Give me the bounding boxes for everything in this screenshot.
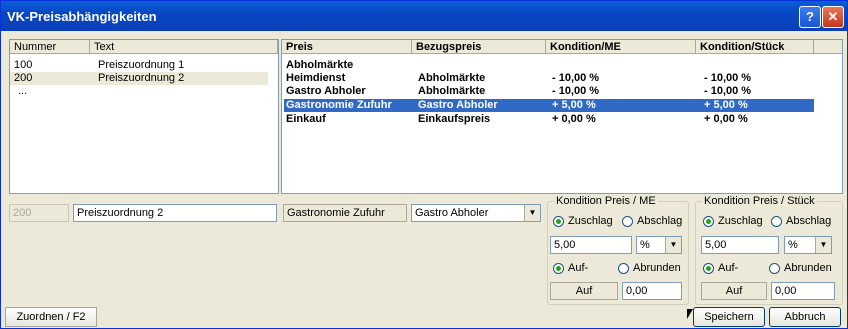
list-item-text: Preiszuordnung 1 — [98, 59, 185, 71]
abrunden-radio-me[interactable] — [618, 263, 629, 274]
dialog-window: VK-Preisabhängigkeiten ? ✕ Nummer Text 1… — [0, 0, 848, 329]
cell-preis: Gastronomie Zufuhr — [286, 99, 392, 111]
abrunden-label-stueck[interactable]: Abrunden — [784, 262, 832, 274]
price-name-field: Gastronomie Zufuhr — [283, 204, 407, 222]
cell-kondition-me: + 0,00 % — [552, 113, 596, 125]
kondition-stueck-group: Kondition Preis / Stück Zuschlag Abschla… — [695, 195, 843, 305]
cell-preis: Gastro Abholer — [286, 85, 366, 97]
kondition-me-value-input[interactable]: 5,00 — [550, 236, 632, 254]
auf-radio-me[interactable] — [553, 263, 564, 274]
list-item-number: ... — [18, 85, 28, 97]
price-dependency-table[interactable]: Preis Bezugspreis Kondition/ME Kondition… — [281, 39, 843, 194]
cell-bezugspreis: Einkaufspreis — [418, 113, 491, 125]
auf-value-input-me[interactable]: 0,00 — [622, 282, 682, 300]
list-item-number: 200 — [14, 72, 33, 84]
chevron-down-icon[interactable]: ▼ — [524, 205, 540, 221]
kondition-me-group: Kondition Preis / ME Zuschlag Abschlag 5… — [547, 195, 689, 305]
column-header-kondition-stueck[interactable]: Kondition/Stück — [696, 40, 814, 54]
kondition-me-unit-select[interactable]: % ▼ — [636, 236, 682, 254]
cell-kondition-stueck: + 0,00 % — [704, 113, 748, 125]
title-bar[interactable]: VK-Preisabhängigkeiten ? ✕ — [1, 1, 847, 31]
zuordnen-button[interactable]: Zuordnen / F2 — [5, 307, 97, 327]
column-header-filler — [814, 40, 842, 54]
abrunden-radio-stueck[interactable] — [769, 263, 780, 274]
zuschlag-radio-stueck[interactable] — [703, 216, 714, 227]
column-header-preis[interactable]: Preis — [282, 40, 412, 54]
table-row[interactable]: Abholmärkte — [282, 59, 814, 72]
cancel-button[interactable]: Abbruch — [769, 307, 841, 327]
cell-kondition-me: + 5,00 % — [552, 99, 596, 111]
list-item[interactable]: 100 Preiszuordnung 1 — [10, 59, 278, 72]
list-item[interactable]: ... — [10, 85, 278, 98]
number-field: 200 — [9, 204, 69, 222]
kondition-stueck-unit-select[interactable]: % ▼ — [784, 236, 832, 254]
kondition-stueck-unit-value: % — [788, 239, 798, 251]
auf-value-input-stueck[interactable]: 0,00 — [771, 282, 835, 300]
cell-bezugspreis: Gastro Abholer — [418, 99, 498, 111]
cell-bezugspreis: Abholmärkte — [418, 72, 486, 84]
list-item[interactable]: 200 Preiszuordnung 2 — [10, 72, 268, 85]
kondition-stueck-value-input[interactable]: 5,00 — [701, 236, 779, 254]
table-row-selected[interactable]: Gastronomie Zufuhr Gastro Abholer + 5,00… — [284, 99, 814, 112]
zuschlag-label-me[interactable]: Zuschlag — [568, 215, 613, 227]
cell-kondition-stueck: + 5,00 % — [704, 99, 748, 111]
cell-preis: Heimdienst — [286, 72, 346, 84]
window-title: VK-Preisabhängigkeiten — [7, 9, 157, 24]
cell-preis: Einkauf — [286, 113, 326, 125]
cell-kondition-me: - 10,00 % — [552, 85, 600, 97]
reference-price-value: Gastro Abholer — [415, 207, 489, 219]
cell-kondition-stueck: - 10,00 % — [704, 72, 752, 84]
cell-kondition-me: - 10,00 % — [552, 72, 600, 84]
chevron-down-icon[interactable]: ▼ — [815, 237, 831, 253]
column-header-nummer[interactable]: Nummer — [10, 40, 90, 54]
zuschlag-radio-me[interactable] — [553, 216, 564, 227]
save-button[interactable]: Speichern — [693, 307, 765, 327]
auf-radio-stueck[interactable] — [703, 263, 714, 274]
table-row[interactable]: Heimdienst Abholmärkte - 10,00 % - 10,00… — [282, 72, 814, 85]
cell-kondition-stueck: - 10,00 % — [704, 85, 752, 97]
help-button[interactable]: ? — [799, 6, 821, 28]
column-header-text[interactable]: Text — [90, 40, 278, 54]
close-button[interactable]: ✕ — [822, 6, 844, 28]
auf-label-stueck[interactable]: Auf- — [718, 262, 738, 274]
column-header-kondition-me[interactable]: Kondition/ME — [546, 40, 696, 54]
cell-preis: Abholmärkte — [286, 59, 354, 71]
reference-price-select[interactable]: Gastro Abholer ▼ — [411, 204, 541, 222]
table-row[interactable]: Gastro Abholer Abholmärkte - 10,00 % - 1… — [282, 85, 814, 98]
list-item-number: 100 — [14, 59, 33, 71]
auf-label-me[interactable]: Auf- — [568, 262, 588, 274]
abschlag-label-me[interactable]: Abschlag — [637, 215, 682, 227]
abschlag-radio-me[interactable] — [622, 216, 633, 227]
mouse-cursor-icon — [687, 309, 693, 319]
kondition-me-title: Kondition Preis / ME — [554, 195, 658, 207]
auf-label-box-stueck: Auf — [701, 282, 767, 300]
abschlag-label-stueck[interactable]: Abschlag — [786, 215, 831, 227]
table-row[interactable]: Einkauf Einkaufspreis + 0,00 % + 0,00 % — [282, 113, 814, 126]
column-header-bezugspreis[interactable]: Bezugspreis — [412, 40, 546, 54]
auf-label-box-me: Auf — [550, 282, 618, 300]
abrunden-label-me[interactable]: Abrunden — [633, 262, 681, 274]
text-field[interactable]: Preiszuordnung 2 — [73, 204, 277, 222]
kondition-me-unit-value: % — [640, 239, 650, 251]
price-assignment-list[interactable]: Nummer Text 100 Preiszuordnung 1 200 Pre… — [9, 39, 279, 194]
cell-bezugspreis: Abholmärkte — [418, 85, 486, 97]
list-item-text: Preiszuordnung 2 — [98, 72, 185, 84]
abschlag-radio-stueck[interactable] — [771, 216, 782, 227]
chevron-down-icon[interactable]: ▼ — [665, 237, 681, 253]
zuschlag-label-stueck[interactable]: Zuschlag — [718, 215, 763, 227]
kondition-stueck-title: Kondition Preis / Stück — [702, 195, 817, 207]
